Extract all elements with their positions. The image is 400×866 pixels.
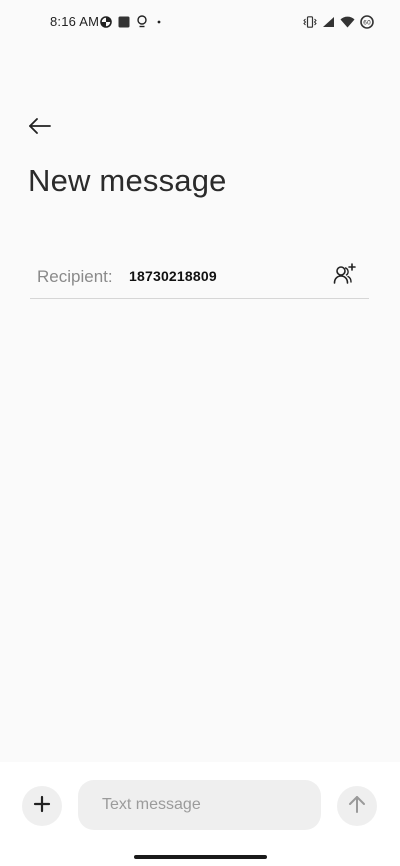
recipient-row[interactable]: Recipient: 18730218809: [30, 254, 369, 299]
attach-button[interactable]: [22, 786, 62, 826]
arrow-up-icon: [348, 794, 366, 819]
data-saver-icon: [100, 15, 112, 28]
wifi-icon: [340, 16, 355, 28]
page-title: New message: [28, 163, 227, 198]
status-time: 8:16 AM: [50, 14, 100, 29]
home-indicator[interactable]: [134, 855, 267, 859]
plus-icon: [33, 795, 51, 818]
new-message-screen: 8:16 AM 60 New message Recipient: 187302…: [0, 0, 400, 866]
battery-icon: 60: [360, 15, 374, 29]
back-button[interactable]: [22, 110, 58, 146]
battery-level: 60: [363, 19, 371, 26]
arrow-left-icon: [28, 117, 52, 140]
recipient-value[interactable]: 18730218809: [129, 268, 217, 284]
send-button[interactable]: [337, 786, 377, 826]
message-field[interactable]: [78, 780, 321, 830]
status-right-icons: 60: [303, 15, 374, 29]
add-contact-button[interactable]: [331, 262, 359, 290]
recipient-label: Recipient:: [37, 267, 113, 286]
status-left-icons: [100, 15, 164, 28]
add-person-icon: [333, 262, 357, 290]
square-notification-icon: [118, 16, 130, 28]
message-input[interactable]: [100, 795, 299, 815]
lightbulb-icon: [136, 15, 148, 28]
vibrate-icon: [303, 16, 317, 28]
status-bar: 8:16 AM 60: [0, 0, 400, 44]
compose-bar: [0, 762, 400, 866]
signal-icon: [322, 16, 335, 28]
dot-icon: [154, 16, 164, 28]
